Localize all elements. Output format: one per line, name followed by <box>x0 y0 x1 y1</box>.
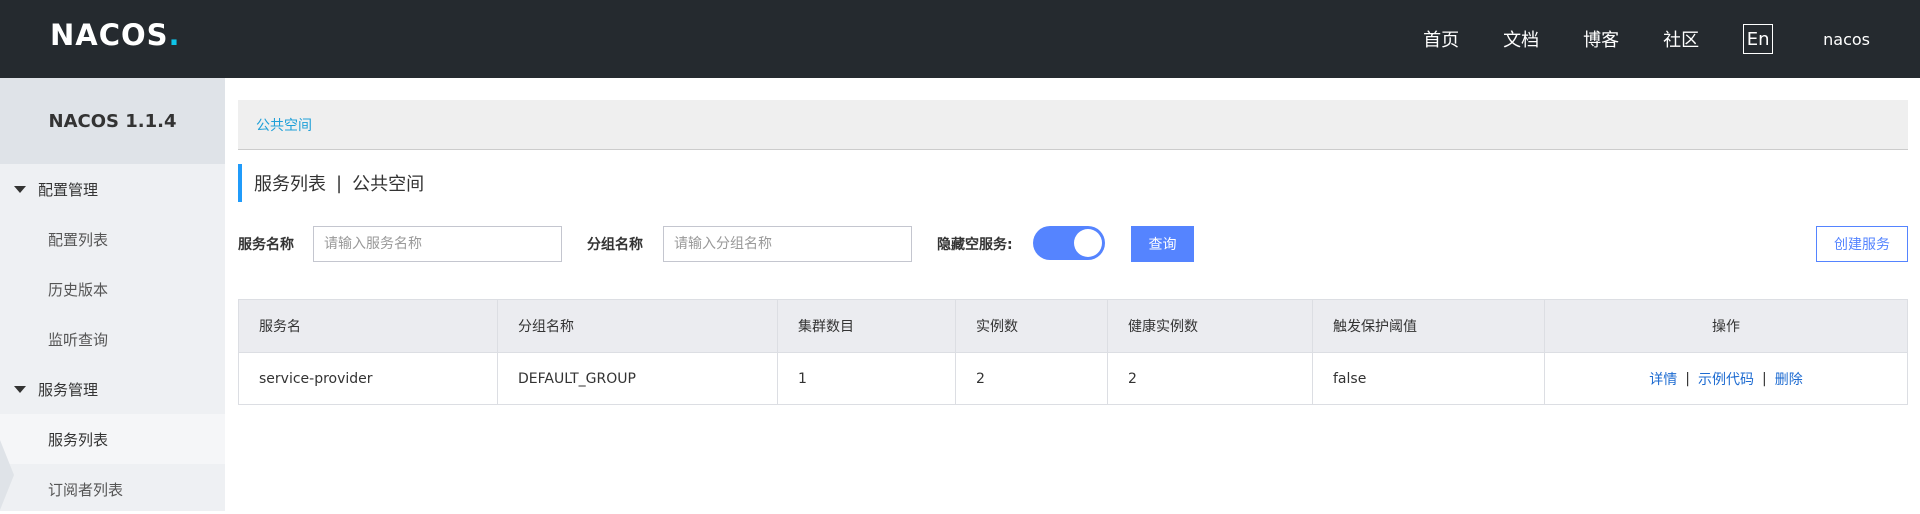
hide-empty-toggle[interactable] <box>1033 226 1105 260</box>
namespace-link[interactable]: 公共空间 <box>256 115 312 135</box>
page-title-namespace: 公共空间 <box>352 174 425 195</box>
menu-group-service[interactable]: 服务管理 <box>0 364 225 414</box>
column-header: 集群数目 <box>778 300 956 352</box>
cell-protect-threshold: false <box>1313 353 1545 404</box>
nav-docs[interactable]: 文档 <box>1503 26 1539 52</box>
top-header: NACOS. 首页 文档 博客 社区 En nacos <box>0 0 1920 78</box>
column-header: 实例数 <box>956 300 1108 352</box>
namespace-bar: 公共空间 <box>238 100 1908 150</box>
logo-text: NACOS <box>50 18 169 52</box>
top-nav: 首页 文档 博客 社区 En nacos <box>1423 0 1920 78</box>
sidebar-item-listener-query[interactable]: 监听查询 <box>0 314 225 364</box>
group-name-label: 分组名称 <box>587 237 643 253</box>
detail-link[interactable]: 详情 <box>1649 369 1677 389</box>
cell-group-name: DEFAULT_GROUP <box>498 353 778 404</box>
sidebar-title: NACOS 1.1.4 <box>0 78 225 164</box>
column-header: 健康实例数 <box>1108 300 1313 352</box>
sidebar-item-service-list[interactable]: 服务列表 <box>0 414 225 464</box>
nacos-logo[interactable]: NACOS. <box>50 18 180 52</box>
query-button[interactable]: 查询 <box>1131 226 1194 262</box>
nav-home[interactable]: 首页 <box>1423 26 1459 52</box>
menu-group-config[interactable]: 配置管理 <box>0 164 225 214</box>
menu-group-label: 服务管理 <box>38 380 99 399</box>
sample-code-link[interactable]: 示例代码 <box>1698 369 1754 389</box>
user-menu[interactable]: nacos <box>1823 30 1870 49</box>
column-header: 触发保护阈值 <box>1313 300 1545 352</box>
page-title: 服务列表 | 公共空间 <box>238 164 424 202</box>
sidebar-item-history[interactable]: 历史版本 <box>0 264 225 314</box>
service-table: 服务名 分组名称 集群数目 实例数 健康实例数 触发保护阈值 操作 servic… <box>238 299 1908 405</box>
toggle-knob <box>1074 229 1102 257</box>
caret-down-icon <box>14 385 26 393</box>
cell-service-name: service-provider <box>239 353 498 404</box>
page-title-main: 服务列表 <box>254 174 326 195</box>
cell-instance-count: 2 <box>956 353 1108 404</box>
service-name-label: 服务名称 <box>238 237 294 253</box>
column-header: 分组名称 <box>498 300 778 352</box>
op-separator: | <box>1762 370 1767 387</box>
nav-community[interactable]: 社区 <box>1663 26 1699 52</box>
hide-empty-label: 隐藏空服务: <box>937 237 1013 253</box>
op-separator: | <box>1685 370 1690 387</box>
column-header: 服务名 <box>239 300 498 352</box>
create-service-button[interactable]: 创建服务 <box>1816 226 1908 262</box>
column-header: 操作 <box>1712 319 1740 335</box>
menu-group-label: 配置管理 <box>38 180 99 199</box>
cell-cluster-count: 1 <box>778 353 956 404</box>
caret-down-icon <box>14 185 26 193</box>
delete-link[interactable]: 删除 <box>1775 369 1803 389</box>
group-name-input[interactable] <box>663 226 912 262</box>
logo-dot: . <box>168 18 180 52</box>
sidebar-item-subscriber-list[interactable]: 订阅者列表 <box>0 464 225 514</box>
page-title-separator: | <box>336 172 343 194</box>
nav-blog[interactable]: 博客 <box>1583 26 1619 52</box>
search-form: 服务名称 分组名称 隐藏空服务: 查询 创建服务 <box>238 226 1908 262</box>
service-name-input[interactable] <box>313 226 562 262</box>
sidebar-item-config-list[interactable]: 配置列表 <box>0 214 225 264</box>
table-row: service-provider DEFAULT_GROUP 1 2 2 fal… <box>239 352 1907 404</box>
table-header-row: 服务名 分组名称 集群数目 实例数 健康实例数 触发保护阈值 操作 <box>239 300 1907 352</box>
cell-operations: 详情 | 示例代码 | 删除 <box>1545 353 1907 404</box>
main-content: 公共空间 服务列表 | 公共空间 服务名称 分组名称 隐藏空服务: 查询 创建服… <box>238 78 1908 511</box>
sidebar: NACOS 1.1.4 配置管理 配置列表 历史版本 监听查询 服务管理 服务列… <box>0 78 225 511</box>
language-switch-button[interactable]: En <box>1743 24 1774 54</box>
sidebar-collapse-handle[interactable] <box>0 440 14 510</box>
cell-healthy-count: 2 <box>1108 353 1313 404</box>
